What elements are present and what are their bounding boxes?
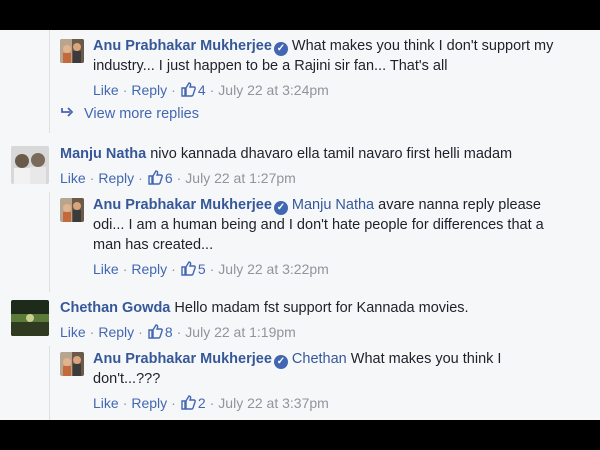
avatar-image [60,198,84,222]
like-link[interactable]: Like [60,170,86,186]
verified-badge-icon: ✓ [273,355,288,369]
comment-text-line1: What makes you think I don't support my [291,38,554,54]
reply-arrow-icon [60,106,74,122]
timestamp[interactable]: July 22 at 3:37pm [218,395,329,411]
avatar[interactable] [11,146,49,184]
comment-actions: Like · Reply · 8 · July 22 at 1:19pm [60,324,296,340]
avatar-image [11,146,49,184]
thumbs-up-icon [148,324,163,339]
comment-text-line2: odi... I am a human being and I don't ha… [93,217,544,233]
author-name[interactable]: Anu Prabhakar Mukherjee [93,38,272,54]
comment-body: Manju Natha nivo kannada dhavaro ella ta… [60,144,590,164]
timestamp[interactable]: July 22 at 3:22pm [218,261,329,277]
avatar-image [60,39,84,63]
reply-link[interactable]: Reply [98,324,134,340]
reply-link[interactable]: Reply [98,170,134,186]
comment-text-line2: don't...??? [93,371,161,387]
like-link[interactable]: Like [93,82,119,98]
thumbs-up-icon [148,170,163,185]
reply-connector-line [49,346,50,420]
author-name[interactable]: Anu Prabhakar Mukherjee [93,351,272,367]
comment-text-line1: What makes you think I [350,351,502,367]
comment-actions: Like · Reply · 2 · July 22 at 3:37pm [93,395,329,411]
avatar[interactable] [60,198,84,222]
avatar-image [11,300,49,336]
thread-connector-line [49,30,50,133]
comment-actions: Like · Reply · 6 · July 22 at 1:27pm [60,170,296,186]
author-name[interactable]: Anu Prabhakar Mukherjee [93,197,272,213]
like-count[interactable]: 2 [198,395,206,411]
timestamp[interactable]: July 22 at 1:19pm [185,324,296,340]
like-count[interactable]: 8 [165,324,173,340]
thumbs-up-icon [181,261,196,276]
mention-link[interactable]: Chethan [292,351,347,367]
comment-text-line1: nivo kannada dhavaro ella tamil navaro f… [150,146,513,162]
mention-link[interactable]: Manju Natha [292,197,374,213]
timestamp[interactable]: July 22 at 1:27pm [185,170,296,186]
comment-body: Anu Prabhakar Mukherjee ✓ What makes you t… [93,36,583,76]
view-more-replies-label: View more replies [84,106,199,122]
avatar[interactable] [11,300,49,336]
author-name[interactable]: Chethan Gowda [60,300,170,316]
top-letterbox [0,0,600,30]
verified-badge-icon: ✓ [273,201,288,215]
reply-link[interactable]: Reply [131,82,167,98]
like-link[interactable]: Like [93,261,119,277]
comment-body: Chethan Gowda Hello madam fst support fo… [60,298,590,318]
view-more-replies-link[interactable]: View more replies [60,106,199,122]
thumbs-up-icon [181,82,196,97]
avatar-image [60,352,84,376]
like-count[interactable]: 4 [198,82,206,98]
comment-text-line1: avare nanna reply please [378,197,541,213]
comment-body: Anu Prabhakar Mukherjee ✓ Manju Natha avar… [93,195,583,255]
verified-badge-icon: ✓ [273,42,288,56]
like-count[interactable]: 6 [165,170,173,186]
like-link[interactable]: Like [60,324,86,340]
reply-link[interactable]: Reply [131,395,167,411]
comment-actions: Like · Reply · 4 · July 22 at 3:24pm [93,82,329,98]
avatar[interactable] [60,352,84,376]
comment-thread: Anu Prabhakar Mukherjee ✓ What makes you t… [0,30,600,420]
bottom-letterbox [0,420,600,450]
timestamp[interactable]: July 22 at 3:24pm [218,82,329,98]
comment-actions: Like · Reply · 5 · July 22 at 3:22pm [93,261,329,277]
like-count[interactable]: 5 [198,261,206,277]
comment-text-line2: industry... I just happen to be a Rajini… [93,58,448,74]
author-name[interactable]: Manju Natha [60,146,146,162]
comment-body: Anu Prabhakar Mukherjee ✓ Chethan What mak… [93,349,583,389]
thumbs-up-icon [181,395,196,410]
reply-connector-line [49,192,50,292]
comment-text-line3: man has created... [93,237,214,253]
comment-text-line1: Hello madam fst support for Kannada movi… [174,300,469,316]
avatar[interactable] [60,39,84,63]
like-link[interactable]: Like [93,395,119,411]
reply-link[interactable]: Reply [131,261,167,277]
